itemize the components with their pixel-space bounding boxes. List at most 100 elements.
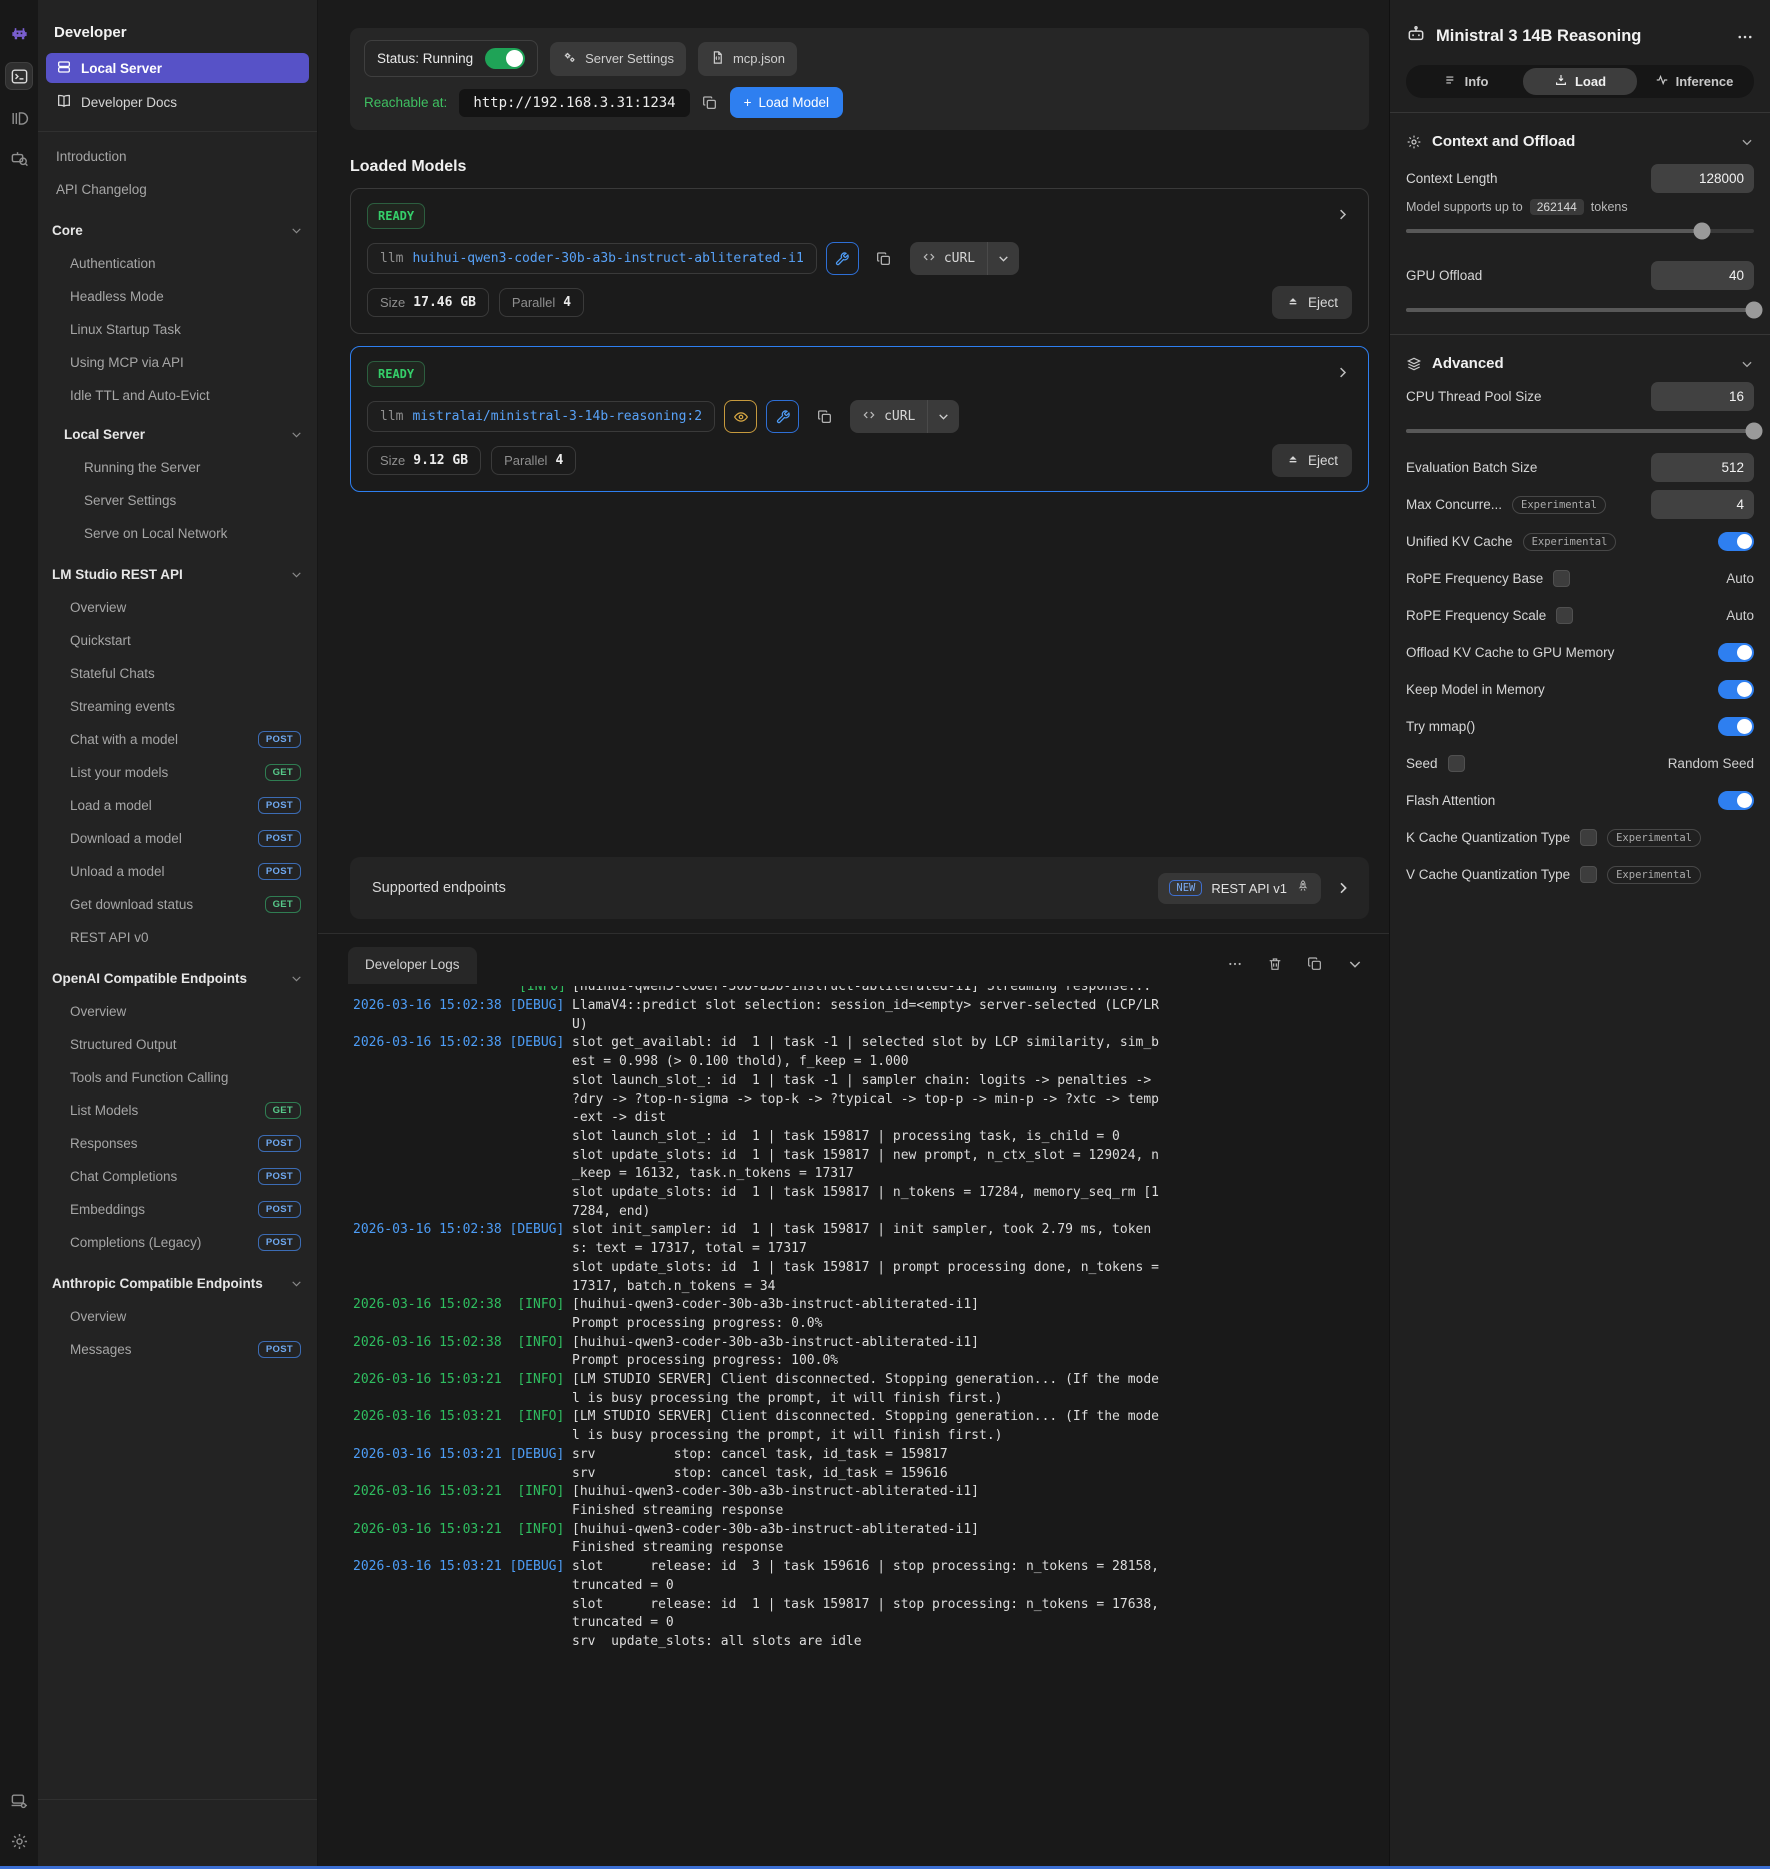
chevron-right-icon[interactable] [1335,880,1351,896]
lmstudio-logo-icon[interactable] [7,22,31,46]
sidebar-item-overview[interactable]: Overview [38,1300,317,1333]
sidebar-item-chat-completions[interactable]: Chat CompletionsPOST [38,1160,317,1193]
model-identifier[interactable]: llm mistralai/ministral-3-14b-reasoning:… [367,401,715,432]
sidebar-item-embeddings[interactable]: EmbeddingsPOST [38,1193,317,1226]
chevron-down-icon[interactable] [988,242,1019,275]
copy-icon[interactable] [808,400,841,433]
sidebar-item-developer-docs[interactable]: Developer Docs [46,87,309,117]
setting-toggle[interactable] [1718,717,1754,736]
setting-checkbox[interactable] [1580,829,1597,846]
model-identifier[interactable]: llm huihui-qwen3-coder-30b-a3b-instruct-… [367,243,817,274]
load-model-button[interactable]: + Load Model [730,87,843,118]
gpu-offload-slider[interactable] [1406,308,1754,312]
setting-slider[interactable] [1406,429,1754,433]
sidebar-item-load-a-model[interactable]: Load a modelPOST [38,789,317,822]
wrench-icon[interactable] [766,400,799,433]
sidebar-item-local-server[interactable]: Local Server [38,418,317,451]
sidebar-item-introduction[interactable]: Introduction [38,140,317,173]
sidebar-item-server-settings[interactable]: Server Settings [38,484,317,517]
rest-api-v1-pill[interactable]: NEW REST API v1 [1158,873,1321,904]
gpu-offload-input[interactable]: 40 [1651,261,1754,290]
sidebar-item-quickstart[interactable]: Quickstart [38,624,317,657]
sidebar-item-serve-on-local-network[interactable]: Serve on Local Network [38,517,317,550]
eject-button[interactable]: Eject [1272,286,1352,319]
setting-toggle[interactable] [1718,791,1754,810]
context-length-slider[interactable] [1406,229,1754,233]
setting-toggle[interactable] [1718,643,1754,662]
bot-search-icon[interactable] [7,146,31,170]
tab-load[interactable]: Load [1523,68,1637,95]
chevron-down-icon[interactable] [1347,956,1363,972]
tab-info[interactable]: Info [1409,68,1523,95]
sidebar-item-headless-mode[interactable]: Headless Mode [38,280,317,313]
server-settings-button[interactable]: Server Settings [550,42,686,76]
setting-checkbox[interactable] [1448,755,1465,772]
ellipsis-menu-icon[interactable] [1736,28,1754,46]
sidebar-item-running-the-server[interactable]: Running the Server [38,451,317,484]
mcp-json-button[interactable]: mcp.json [698,42,797,76]
sidebar-item-download-a-model[interactable]: Download a modelPOST [38,822,317,855]
chevron-down-icon[interactable] [928,400,959,433]
sidebar-item-rest-api-v0[interactable]: REST API v0 [38,921,317,954]
sidebar-item-messages[interactable]: MessagesPOST [38,1333,317,1366]
chevron-down-icon[interactable] [1740,135,1754,149]
curl-button[interactable]: cURL [910,242,1019,275]
sidebar-item-lm-studio-rest-api[interactable]: LM Studio REST API [38,558,317,591]
setting-checkbox[interactable] [1580,866,1597,883]
sidebar-item-stateful-chats[interactable]: Stateful Chats [38,657,317,690]
model-stack-icon[interactable] [7,106,31,130]
sidebar-item-linux-startup-task[interactable]: Linux Startup Task [38,313,317,346]
server-status-toggle[interactable] [485,48,525,69]
chevron-right-icon[interactable] [1335,207,1350,222]
sidebar-item-authentication[interactable]: Authentication [38,247,317,280]
eye-icon[interactable] [724,400,757,433]
chevron-down-icon[interactable] [1740,357,1754,371]
setting-toggle[interactable] [1718,680,1754,699]
sidebar-item-core[interactable]: Core [38,214,317,247]
log-list[interactable]: [INFO][huihui-qwen3-coder-30b-a3b-instru… [318,984,1389,1869]
chevron-right-icon[interactable] [1335,365,1350,380]
context-length-input[interactable]: 128000 [1651,164,1754,193]
open-in-window-icon[interactable] [1307,956,1323,972]
sidebar-item-idle-ttl-and-auto-evict[interactable]: Idle TTL and Auto-Evict [38,379,317,412]
sidebar-item-list-models[interactable]: List ModelsGET [38,1094,317,1127]
setting-input[interactable]: 512 [1651,453,1754,482]
developer-logs-tab[interactable]: Developer Logs [348,947,477,984]
sidebar-item-overview[interactable]: Overview [38,995,317,1028]
setting-checkbox[interactable] [1553,570,1570,587]
ellipsis-menu-icon[interactable] [1227,956,1243,972]
sidebar-item-using-mcp-via-api[interactable]: Using MCP via API [38,346,317,379]
wrench-icon[interactable] [826,242,859,275]
sidebar-item-local-server[interactable]: Local Server [46,53,309,83]
sidebar-item-overview[interactable]: Overview [38,591,317,624]
sidebar-item-completions-legacy[interactable]: Completions (Legacy)POST [38,1226,317,1259]
tab-inference[interactable]: Inference [1637,68,1751,95]
sidebar-item-structured-output[interactable]: Structured Output [38,1028,317,1061]
terminal-icon[interactable] [5,62,33,90]
supported-endpoints-row[interactable]: Supported endpoints NEW REST API v1 [350,857,1369,919]
copy-url-icon[interactable] [702,95,718,111]
gear-icon[interactable] [7,1829,31,1853]
setting-input[interactable]: 4 [1651,490,1754,519]
server-url[interactable]: http://192.168.3.31:1234 [459,89,689,117]
sidebar-item-openai-compatible-endpoints[interactable]: OpenAI Compatible Endpoints [38,962,317,995]
sidebar-item-unload-a-model[interactable]: Unload a modelPOST [38,855,317,888]
trash-icon[interactable] [1267,956,1283,972]
sidebar-item-anthropic-compatible-endpoints[interactable]: Anthropic Compatible Endpoints [38,1267,317,1300]
sidebar-item-get-download-status[interactable]: Get download statusGET [38,888,317,921]
setting-input[interactable]: 16 [1651,382,1754,411]
section-context-and-offload[interactable]: Context and Offload [1406,133,1754,150]
sidebar-item-chat-with-a-model[interactable]: Chat with a modelPOST [38,723,317,756]
curl-button[interactable]: cURL [850,400,959,433]
setting-checkbox[interactable] [1556,607,1573,624]
sidebar-item-api-changelog[interactable]: API Changelog [38,173,317,206]
remote-device-icon[interactable] [7,1789,31,1813]
eject-button[interactable]: Eject [1272,444,1352,477]
copy-icon[interactable] [868,242,901,275]
sidebar-item-tools-and-function-calling[interactable]: Tools and Function Calling [38,1061,317,1094]
setting-toggle[interactable] [1718,532,1754,551]
sidebar-item-list-your-models[interactable]: List your modelsGET [38,756,317,789]
section-advanced[interactable]: Advanced [1406,355,1754,372]
sidebar-item-responses[interactable]: ResponsesPOST [38,1127,317,1160]
sidebar-item-streaming-events[interactable]: Streaming events [38,690,317,723]
